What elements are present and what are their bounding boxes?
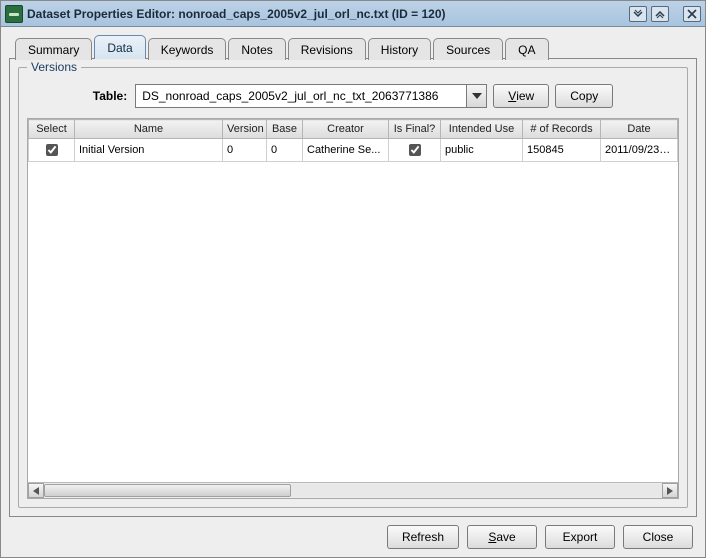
- scroll-right-icon[interactable]: [662, 483, 678, 498]
- cell-name: Initial Version: [75, 139, 223, 162]
- tab-notes[interactable]: Notes: [228, 38, 285, 60]
- tab-data[interactable]: Data: [94, 35, 145, 59]
- copy-button[interactable]: Copy: [555, 84, 613, 108]
- col-name[interactable]: Name: [75, 120, 223, 139]
- cell-base: 0: [267, 139, 303, 162]
- tab-revisions[interactable]: Revisions: [288, 38, 366, 60]
- col-creator[interactable]: Creator: [303, 120, 389, 139]
- scroll-thumb[interactable]: [44, 484, 291, 497]
- chevron-down-icon[interactable]: [466, 85, 486, 107]
- refresh-button[interactable]: Refresh: [387, 525, 459, 549]
- col-records[interactable]: # of Records: [523, 120, 601, 139]
- col-select[interactable]: Select: [29, 120, 75, 139]
- mdi-window: Dataset Properties Editor: nonroad_caps_…: [0, 0, 706, 558]
- table-header-row: Select Name Version Base Creator Is Fina…: [29, 120, 678, 139]
- cell-version: 0: [223, 139, 267, 162]
- tab-qa[interactable]: QA: [505, 38, 548, 60]
- tab-sources[interactable]: Sources: [433, 38, 503, 60]
- table-label: Table:: [93, 89, 127, 103]
- col-intendeduse[interactable]: Intended Use: [441, 120, 523, 139]
- cell-select[interactable]: [29, 139, 75, 162]
- col-base[interactable]: Base: [267, 120, 303, 139]
- horizontal-scrollbar[interactable]: [28, 482, 678, 498]
- cell-isfinal[interactable]: [389, 139, 441, 162]
- tab-strip: Summary Data Keywords Notes Revisions Hi…: [9, 35, 697, 59]
- cell-date: 2011/09/23 14:1: [601, 139, 678, 162]
- tab-keywords[interactable]: Keywords: [148, 38, 227, 60]
- view-button[interactable]: View: [493, 84, 549, 108]
- maximize-icon[interactable]: [651, 6, 669, 22]
- refresh-button-label: Refresh: [402, 530, 444, 544]
- versions-group-label: Versions: [27, 60, 81, 74]
- table-row[interactable]: Initial Version 0 0 Catherine Se... publ…: [29, 139, 678, 162]
- title-bar: Dataset Properties Editor: nonroad_caps_…: [1, 1, 705, 27]
- table-selector-row: Table: View Copy: [27, 80, 679, 118]
- save-button[interactable]: Save: [467, 525, 537, 549]
- cell-records: 150845: [523, 139, 601, 162]
- window-title: Dataset Properties Editor: nonroad_caps_…: [27, 7, 625, 21]
- table-combo-input[interactable]: [136, 85, 466, 107]
- tab-summary[interactable]: Summary: [15, 38, 92, 60]
- col-date[interactable]: Date: [601, 120, 678, 139]
- export-button-label: Export: [563, 530, 598, 544]
- table-empty-area: [28, 162, 678, 482]
- scroll-track[interactable]: [44, 484, 662, 497]
- footer-button-row: Refresh Save Export Close: [9, 517, 697, 551]
- content-area: Summary Data Keywords Notes Revisions Hi…: [1, 27, 705, 557]
- export-button[interactable]: Export: [545, 525, 615, 549]
- app-icon: [5, 5, 23, 23]
- close-button-label: Close: [643, 530, 674, 544]
- row-select-checkbox[interactable]: [46, 144, 58, 156]
- close-button[interactable]: Close: [623, 525, 693, 549]
- versions-table: Select Name Version Base Creator Is Fina…: [28, 119, 678, 162]
- col-version[interactable]: Version: [223, 120, 267, 139]
- scroll-left-icon[interactable]: [28, 483, 44, 498]
- versions-table-wrap: Select Name Version Base Creator Is Fina…: [27, 118, 679, 499]
- tab-panel-data: Versions Table: View Copy: [9, 58, 697, 517]
- row-isfinal-checkbox[interactable]: [409, 144, 421, 156]
- versions-group: Versions Table: View Copy: [18, 67, 688, 508]
- save-button-label: Save: [488, 530, 515, 544]
- minimize-icon[interactable]: [629, 6, 647, 22]
- tab-history[interactable]: History: [368, 38, 431, 60]
- cell-creator: Catherine Se...: [303, 139, 389, 162]
- col-isfinal[interactable]: Is Final?: [389, 120, 441, 139]
- table-combo[interactable]: [135, 84, 487, 108]
- copy-button-label: Copy: [570, 89, 598, 103]
- cell-intendeduse: public: [441, 139, 523, 162]
- close-icon[interactable]: [683, 6, 701, 22]
